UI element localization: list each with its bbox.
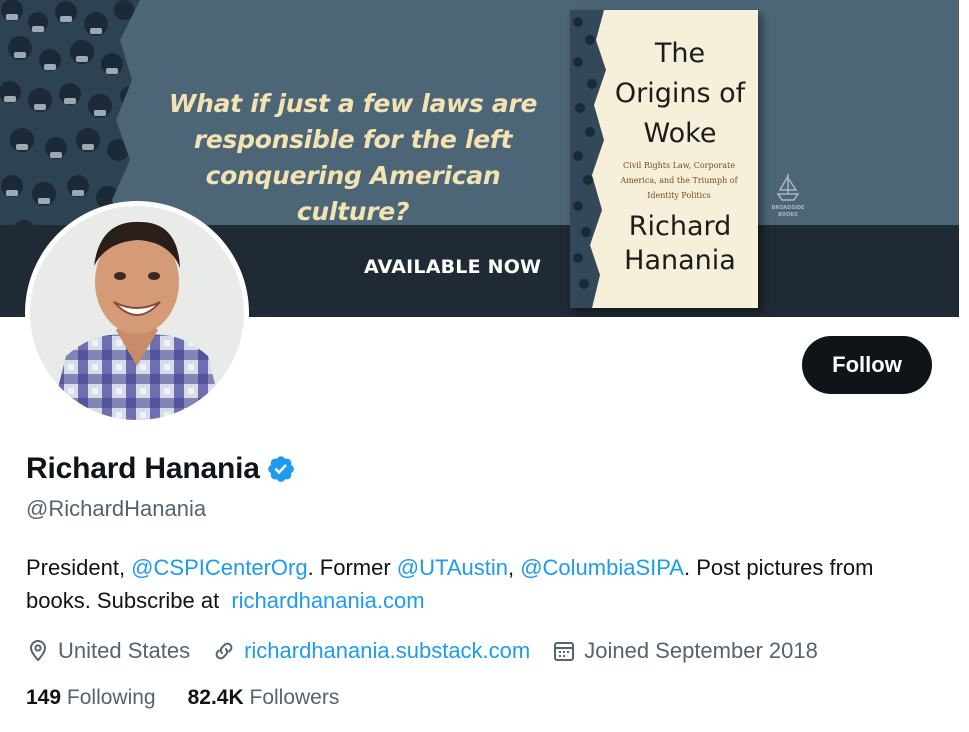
publisher-name: BROADSIDE BOOKS xyxy=(771,205,805,218)
book-subtitle: Civil Rights Law, Corporate America, and… xyxy=(620,161,738,200)
location-pin-icon xyxy=(29,640,47,662)
avatar[interactable] xyxy=(25,201,249,425)
followers-count: 82.4K xyxy=(187,686,244,709)
follow-button[interactable]: Follow xyxy=(802,336,932,394)
profile-bio: President, @CSPICenterOrg. Former @UTAus… xyxy=(26,551,926,617)
verified-badge-icon[interactable] xyxy=(266,454,296,484)
joined-text: Joined September 2018 xyxy=(584,638,818,663)
profile-photo xyxy=(30,206,244,420)
mention-link[interactable]: @UTAustin xyxy=(397,555,508,580)
mention-link[interactable]: @CSPICenterOrg xyxy=(131,555,307,580)
website-item[interactable]: richardhanania.substack.com xyxy=(212,638,530,664)
publisher-logo: BROADSIDE BOOKS xyxy=(766,172,810,219)
calendar-icon xyxy=(554,642,575,661)
user-handle: @RichardHanania xyxy=(26,496,207,521)
book-cover: The Origins of Woke Civil Rights Law, Co… xyxy=(570,10,758,308)
bio-url-link[interactable]: richardhanania.com xyxy=(231,588,424,613)
location-item: United States xyxy=(26,638,190,664)
book-title: The Origins of Woke xyxy=(614,38,746,149)
availability-text: AVAILABLE NOW xyxy=(364,256,542,278)
following-label: Following xyxy=(66,686,156,709)
display-name: Richard Hanania xyxy=(26,452,260,485)
bio-text: , xyxy=(507,555,521,580)
link-icon xyxy=(215,642,233,660)
following-link[interactable]: 149 Following xyxy=(26,686,156,710)
joined-item: Joined September 2018 xyxy=(552,638,818,664)
bio-text: President, xyxy=(26,555,132,580)
mention-link[interactable]: @ColumbiaSIPA xyxy=(520,555,684,580)
profile-meta: United States richardhanania.substack.co… xyxy=(26,634,840,668)
ship-icon xyxy=(776,173,800,201)
website-link[interactable]: richardhanania.substack.com xyxy=(244,638,530,664)
followers-link[interactable]: 82.4K Followers xyxy=(188,686,340,710)
profile-name-row: Richard Hanania xyxy=(26,452,296,486)
followers-label: Followers xyxy=(249,686,340,709)
bio-text: . Former xyxy=(307,555,397,580)
profile-stats: 149 Following 82.4K Followers xyxy=(26,686,371,710)
location-text: United States xyxy=(58,638,191,663)
following-count: 149 xyxy=(26,686,62,709)
book-author: Richard Hanania xyxy=(624,211,736,276)
